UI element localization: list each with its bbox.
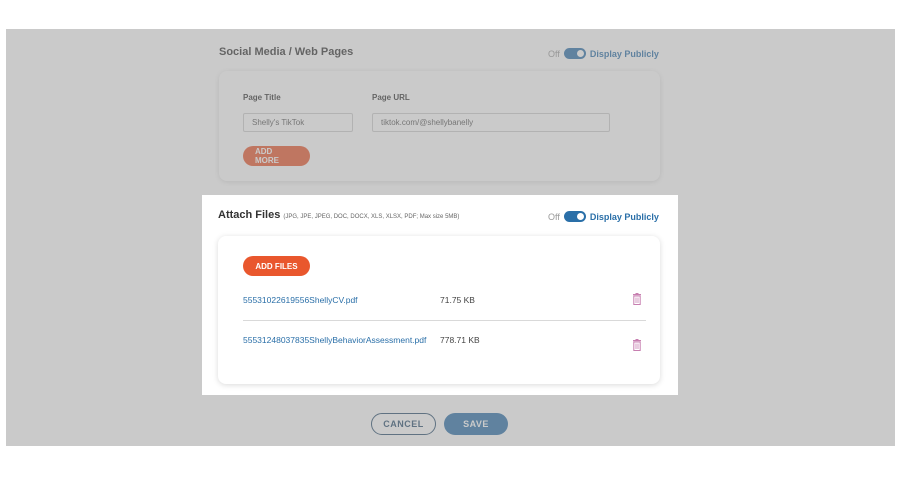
- screen: Social Media / Web Pages Off Display Pub…: [0, 0, 900, 500]
- file-link-2[interactable]: 55531248037835ShellyBehaviorAssessment.p…: [243, 334, 433, 346]
- trash-icon[interactable]: [632, 293, 642, 305]
- attach-toggle-switch[interactable]: [563, 211, 586, 222]
- dim-overlay-right: [678, 195, 895, 395]
- dim-overlay-top: [6, 29, 895, 195]
- attach-toggle-on-label: Display Publicly: [589, 211, 659, 222]
- file-divider: [243, 320, 646, 321]
- trash-icon[interactable]: [632, 339, 642, 351]
- dim-overlay-bottom: [6, 395, 895, 446]
- file-link-1[interactable]: 55531022619556ShellyCV.pdf: [243, 294, 428, 306]
- file-size-2: 778.71 KB: [440, 335, 480, 345]
- attach-toggle-off-label: Off: [548, 211, 560, 222]
- attach-title-text: Attach Files: [218, 209, 281, 221]
- add-files-button[interactable]: ADD FILES: [243, 256, 310, 276]
- attach-section-title: Attach Files (JPG, JPE, JPEG, DOC, DOCX, …: [218, 209, 459, 221]
- attach-hint-text: (JPG, JPE, JPEG, DOC, DOCX, XLS, XLSX, P…: [283, 214, 460, 220]
- file-size-1: 71.75 KB: [440, 295, 475, 305]
- dim-overlay-left: [6, 195, 202, 395]
- attach-display-toggle[interactable]: Off Display Publicly: [548, 211, 659, 222]
- form-window: Social Media / Web Pages Off Display Pub…: [6, 29, 895, 446]
